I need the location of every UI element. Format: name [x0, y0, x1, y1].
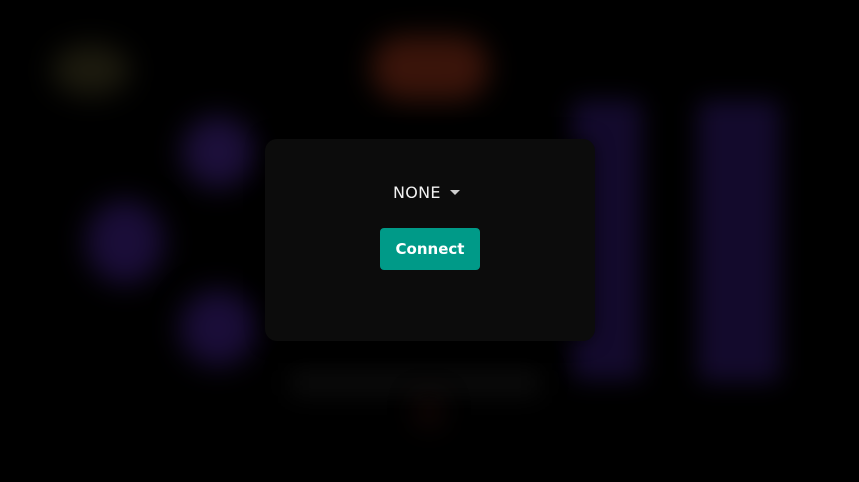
- blurred-background-shape: [52, 44, 130, 96]
- device-select[interactable]: NONE: [393, 181, 460, 203]
- blurred-background-shape: [86, 200, 164, 284]
- blurred-background-shape: [372, 36, 488, 100]
- blurred-background-column: [698, 100, 780, 382]
- device-select-value: NONE: [393, 182, 441, 202]
- connect-button[interactable]: Connect: [380, 228, 480, 270]
- blurred-background-shape: [418, 398, 440, 426]
- blurred-background-shape: [180, 290, 256, 366]
- blurred-background-bar: [290, 370, 540, 396]
- app-screen: NONE Connect: [0, 0, 859, 482]
- blurred-background-shape: [182, 116, 254, 188]
- caret-down-icon: [449, 190, 460, 195]
